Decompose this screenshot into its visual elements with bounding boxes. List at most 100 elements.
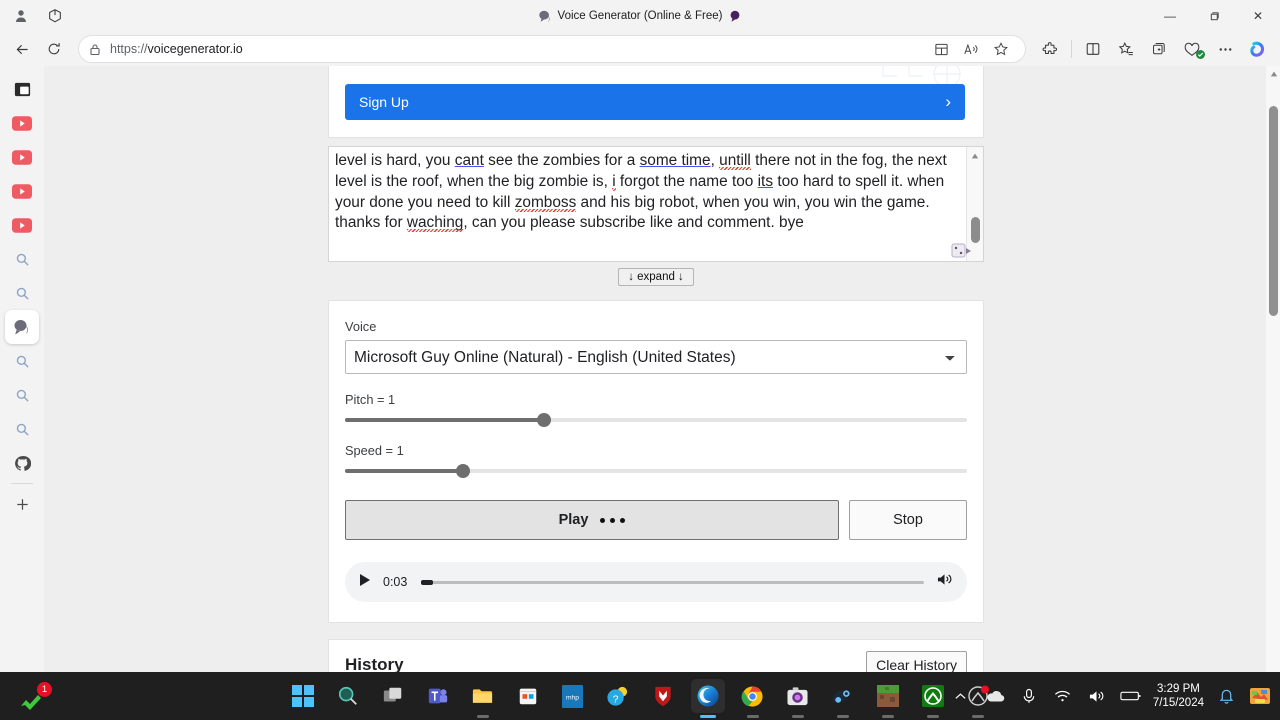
read-aloud-icon[interactable] — [957, 36, 985, 62]
stop-button[interactable]: Stop — [849, 500, 967, 540]
reload-button[interactable] — [38, 35, 70, 63]
text-input-content: level is hard, you cant see the zombies … — [335, 152, 952, 232]
sidebar-item-search-3[interactable] — [5, 344, 39, 378]
sidebar-item-search-5[interactable] — [5, 412, 39, 446]
tab-actions-icon[interactable] — [40, 3, 70, 29]
signup-button[interactable]: Sign Up › — [345, 84, 965, 120]
onedrive-icon[interactable] — [983, 684, 1007, 708]
tab-strip: ) Voice Generator (Online & Free) — ✕ — [0, 0, 1280, 32]
audio-progress-bar[interactable] — [421, 575, 924, 589]
spellcheck-word: cant — [454, 152, 484, 169]
sidebar-item-youtube-1[interactable] — [5, 106, 39, 140]
sidebar-item-youtube-4[interactable] — [5, 208, 39, 242]
sidebar-item-youtube-3[interactable] — [5, 174, 39, 208]
expand-row: ↓ expand ↓ — [328, 268, 984, 286]
browser-window: ) Voice Generator (Online & Free) — ✕ ht… — [0, 0, 1280, 672]
scroll-up-arrow-icon[interactable] — [967, 147, 983, 164]
favorite-star-icon[interactable] — [987, 36, 1015, 62]
sidebar-item-github[interactable] — [5, 446, 39, 480]
speed-slider-thumb[interactable] — [456, 464, 471, 478]
close-button[interactable]: ✕ — [1236, 0, 1280, 32]
audio-play-icon[interactable] — [359, 573, 371, 592]
browser-essentials-icon[interactable] — [1176, 35, 1208, 63]
resize-handle-icon[interactable] — [951, 238, 973, 260]
collections-icon[interactable] — [1143, 35, 1175, 63]
more-options-icon[interactable] — [1209, 35, 1241, 63]
favorites-icon[interactable] — [1110, 35, 1142, 63]
wifi-icon[interactable] — [1051, 684, 1075, 708]
tab-title-text: Voice Generator (Online & Free) — [557, 10, 723, 22]
taskbar-file-explorer-icon[interactable] — [466, 679, 500, 713]
taskbar-microsoft-store-icon[interactable] — [511, 679, 545, 713]
sidebar-item-search-1[interactable] — [5, 242, 39, 276]
taskbar-mcafee-icon[interactable] — [646, 679, 680, 713]
restore-button[interactable] — [1192, 0, 1236, 32]
lock-icon — [89, 43, 101, 56]
chevron-right-icon: › — [945, 92, 951, 111]
copilot-icon[interactable] — [1242, 35, 1274, 63]
taskbar-quiz-app-icon[interactable]: ? — [601, 679, 635, 713]
taskbar-edge-icon[interactable] — [690, 679, 725, 713]
play-button[interactable]: Play — [345, 500, 839, 540]
taskbar-clock[interactable]: 3:29 PM 7/15/2024 — [1153, 682, 1204, 710]
taskbar-chrome-icon[interactable] — [736, 679, 770, 713]
svg-text:): ) — [548, 16, 550, 22]
sidebar-item-voice-generator[interactable]: ) — [5, 310, 39, 344]
spellcheck-word: waching — [406, 214, 464, 232]
split-screen-icon[interactable] — [927, 36, 955, 62]
microphone-icon[interactable] — [1017, 684, 1041, 708]
pitch-label: Pitch = 1 — [345, 392, 396, 407]
minimize-button[interactable]: — — [1148, 0, 1192, 32]
sidebar-item-browser-essentials[interactable] — [5, 72, 39, 106]
notification-bell-icon[interactable] — [1214, 684, 1238, 708]
voice-select[interactable]: Microsoft Guy Online (Natural) - English… — [345, 340, 967, 374]
sidebar-item-youtube-2[interactable] — [5, 140, 39, 174]
tray-expand-icon[interactable] — [949, 684, 973, 708]
system-tray: 3:29 PM 7/15/2024 — [949, 672, 1272, 720]
taskbar-xbox-icon[interactable] — [916, 679, 950, 713]
address-bar[interactable]: https://voicegenerator.io — [78, 35, 1026, 63]
active-tab[interactable]: ) Voice Generator (Online & Free) — [0, 0, 1280, 32]
toolbar-divider — [1071, 40, 1072, 58]
audio-current-time: 0:03 — [383, 575, 408, 589]
taskbar-teams-icon[interactable] — [421, 679, 455, 713]
split-screen-toolbar-icon[interactable] — [1077, 35, 1109, 63]
taskbar-task-view-icon[interactable] — [376, 679, 410, 713]
sidebar-item-search-2[interactable] — [5, 276, 39, 310]
taskbar-steam-icon[interactable] — [826, 679, 860, 713]
expand-button[interactable]: ↓ expand ↓ — [618, 268, 694, 286]
speed-slider[interactable] — [345, 464, 967, 478]
taskbar-mhp-app-icon[interactable]: mhp — [556, 679, 590, 713]
battery-icon[interactable] — [1119, 684, 1143, 708]
back-button[interactable] — [6, 35, 38, 63]
sidebar-item-search-4[interactable] — [5, 378, 39, 412]
page-content: Sign Up › level is hard, you cant see th… — [328, 66, 984, 672]
speed-slider-fill — [345, 469, 464, 473]
taskbar-search-icon[interactable] — [331, 679, 365, 713]
playback-buttons: Play Stop — [345, 500, 967, 540]
text-input-area[interactable]: level is hard, you cant see the zombies … — [328, 146, 984, 262]
page-scroll-thumb[interactable] — [1269, 106, 1278, 316]
audio-volume-icon[interactable] — [936, 572, 953, 592]
taskbar-minecraft-icon[interactable] — [871, 679, 905, 713]
pitch-slider-thumb[interactable] — [537, 413, 552, 427]
page-scrollbar[interactable] — [1265, 66, 1280, 672]
pitch-slider[interactable] — [345, 413, 967, 427]
page-scroll-up-arrow-icon[interactable] — [1266, 66, 1280, 81]
extensions-icon[interactable] — [1034, 35, 1066, 63]
taskbar-camera-icon[interactable] — [781, 679, 815, 713]
spellcheck-word: i — [612, 172, 616, 190]
browser-toolbar — [1034, 35, 1274, 63]
speech-bubble-icon: ) — [538, 9, 552, 23]
profile-icon[interactable] — [6, 3, 36, 29]
tray-colorful-app-icon[interactable] — [1248, 684, 1272, 708]
volume-icon[interactable] — [1085, 684, 1109, 708]
audio-progress-fill — [421, 579, 433, 585]
taskbar-start-button[interactable] — [286, 679, 320, 713]
history-card: History Clear History — [328, 639, 984, 672]
voice-label: Voice — [345, 319, 377, 334]
audio-progress-track — [421, 580, 924, 584]
pitch-slider-fill — [345, 418, 545, 422]
sidebar-add-button[interactable] — [5, 487, 39, 521]
clear-history-button[interactable]: Clear History — [866, 651, 967, 672]
